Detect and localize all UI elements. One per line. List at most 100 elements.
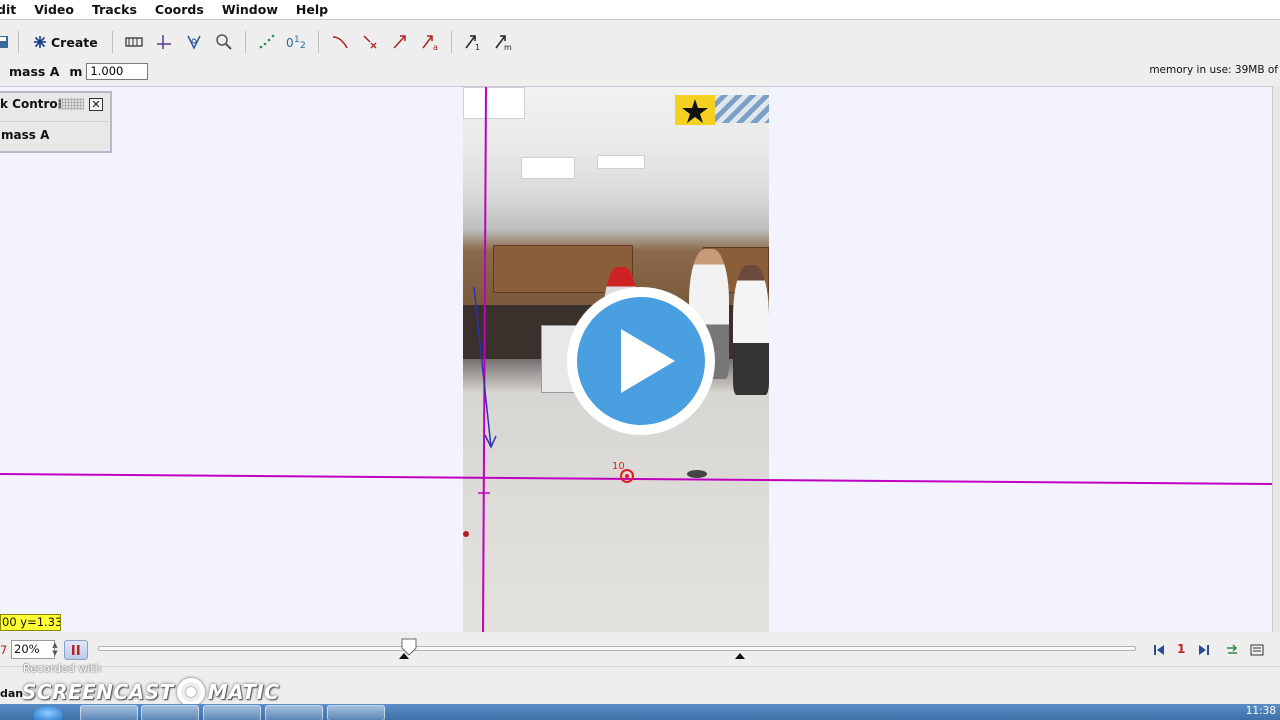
frame-slider[interactable] xyxy=(98,646,1136,651)
watermark-logo-icon xyxy=(176,678,205,706)
coordinate-readout: 00 y=1.33 xyxy=(0,614,61,631)
mass-field[interactable] xyxy=(86,62,149,80)
velocity-vector[interactable] xyxy=(473,286,492,448)
taskbar-clock: 11:38 xyxy=(1245,705,1276,717)
list-icon xyxy=(1250,644,1264,656)
svg-text:1: 1 xyxy=(294,35,300,45)
axes-button[interactable] xyxy=(151,28,177,56)
track-bar: mass A m memory in use: 39MB of xyxy=(0,60,1280,82)
acceleration-button[interactable]: a xyxy=(417,28,443,56)
player-bar: 7 20% ▲ ▼ 1 xyxy=(0,636,1280,664)
taskbar-app[interactable] xyxy=(203,705,261,720)
spin-up-icon: ▲ xyxy=(52,641,58,649)
point-labels-icon: 0 12 xyxy=(286,35,306,51)
memory-status: memory in use: 39MB of xyxy=(1149,64,1278,76)
track-point-marker[interactable] xyxy=(463,531,469,537)
step-size[interactable]: 1 xyxy=(1177,642,1185,656)
toolbar-separator xyxy=(18,31,19,53)
track-button-mass-a[interactable]: mass A xyxy=(0,121,108,147)
trail-dots-icon xyxy=(259,34,275,49)
track-control-panel: k Control ✕ mass A xyxy=(0,91,112,153)
tracking-overlay: 10 xyxy=(0,87,1272,632)
labels-button[interactable]: 012 xyxy=(284,28,310,56)
momentum-button[interactable]: m xyxy=(490,28,516,56)
menu-window[interactable]: Window xyxy=(213,0,287,20)
taskbar-chrome[interactable] xyxy=(265,705,323,720)
menu-help[interactable]: Help xyxy=(287,0,337,20)
y-axis-line[interactable] xyxy=(482,87,487,632)
taskbar-app[interactable] xyxy=(141,705,199,720)
step-back-button[interactable] xyxy=(1152,642,1166,658)
selected-track-name[interactable]: mass A xyxy=(9,64,59,79)
step-back-icon xyxy=(1154,645,1164,655)
tape-measure-button[interactable] xyxy=(181,28,207,56)
vector-sum-button[interactable]: 1 xyxy=(460,28,486,56)
acceleration-vector-icon: a xyxy=(422,35,438,51)
vector-sum-subscript: 1 xyxy=(475,43,480,51)
menu-edit[interactable]: dit xyxy=(0,0,25,20)
taskbar-app[interactable] xyxy=(327,705,385,720)
asterisk-icon xyxy=(34,36,46,48)
watermark-text-right: MATIC xyxy=(207,680,280,704)
menu-tracks[interactable]: Tracks xyxy=(83,0,146,20)
viewport-scrollbar[interactable] xyxy=(1272,86,1280,632)
spin-down-icon: ▼ xyxy=(52,649,58,657)
save-button[interactable] xyxy=(0,28,10,56)
svg-text:a: a xyxy=(433,43,438,51)
clip-settings-mini-button[interactable] xyxy=(1249,642,1265,658)
path-curve-icon xyxy=(332,36,348,49)
toolbar-separator xyxy=(317,31,319,53)
close-icon: ✕ xyxy=(91,98,101,111)
rate-spinner[interactable]: ▲ ▼ xyxy=(49,641,61,658)
menu-video[interactable]: Video xyxy=(25,0,83,20)
taskbar-explorer[interactable] xyxy=(80,705,138,720)
axes-icon xyxy=(156,35,171,49)
position-marker-icon xyxy=(363,35,377,49)
vector-sum-icon: 1 xyxy=(465,35,480,51)
mass-label: m xyxy=(69,63,83,79)
toolbar-separator xyxy=(244,31,246,53)
calibration-tools-icon xyxy=(187,35,201,50)
status-user-name: dan xyxy=(0,687,24,700)
clip-settings-button[interactable] xyxy=(121,28,147,56)
svg-text:0: 0 xyxy=(286,36,294,50)
position-button[interactable] xyxy=(357,28,383,56)
pause-icon xyxy=(72,645,80,655)
trails-button[interactable] xyxy=(254,28,280,56)
film-icon xyxy=(125,37,143,47)
velocity-button[interactable] xyxy=(387,28,413,56)
tracker-window: dit Video Tracks Coords Window Help Crea… xyxy=(0,0,1280,720)
path-button[interactable] xyxy=(327,28,353,56)
menu-bar: dit Video Tracks Coords Window Help xyxy=(0,0,1280,20)
step-forward-button[interactable] xyxy=(1197,642,1211,658)
momentum-vector-icon: m xyxy=(495,35,512,51)
save-icon xyxy=(0,36,8,48)
watermark-logo-dot xyxy=(185,687,196,697)
toolbar-separator xyxy=(450,31,452,53)
track-point-label: 10 xyxy=(612,461,625,472)
step-forward-icon xyxy=(1199,645,1209,655)
drag-handle[interactable] xyxy=(58,98,84,110)
x-axis-line[interactable] xyxy=(0,473,1272,485)
magnifier-icon xyxy=(215,34,232,50)
track-point-center xyxy=(625,474,629,478)
velocity-vector-icon xyxy=(393,35,406,49)
close-button[interactable]: ✕ xyxy=(89,98,103,111)
zoom-button[interactable] xyxy=(211,28,237,56)
watermark-text-left: SCREENCAST xyxy=(22,680,174,704)
track-control-title: k Control xyxy=(0,97,62,111)
frame-number: 7 xyxy=(0,643,8,657)
toolbar: Create 012 a 1 m xyxy=(0,26,1280,58)
pause-button[interactable] xyxy=(64,640,88,660)
momentum-subscript: m xyxy=(504,43,512,51)
end-frame-marker[interactable] xyxy=(735,653,745,659)
create-button[interactable]: Create xyxy=(27,28,104,56)
create-label: Create xyxy=(51,34,98,50)
start-orb-icon[interactable] xyxy=(34,706,62,720)
windows-taskbar: 11:38 xyxy=(0,704,1280,720)
video-viewport[interactable]: 10 k Control ✕ mass A xyxy=(0,86,1272,632)
start-frame-marker[interactable] xyxy=(399,653,409,659)
loop-button[interactable] xyxy=(1224,642,1240,658)
menu-coords[interactable]: Coords xyxy=(146,0,213,20)
svg-text:2: 2 xyxy=(300,41,306,51)
